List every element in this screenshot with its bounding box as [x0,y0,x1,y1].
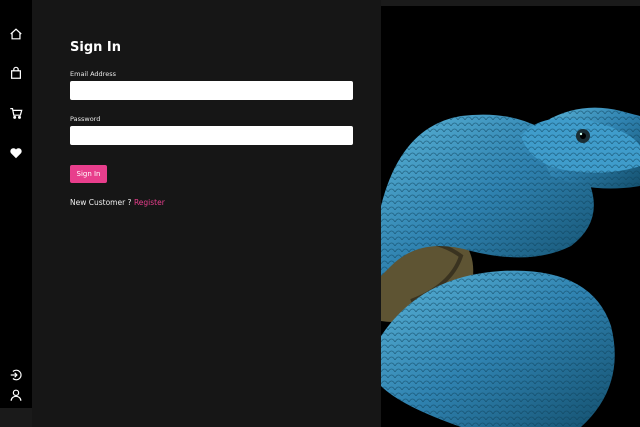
user-icon[interactable] [6,385,26,405]
page-title: Sign In [70,40,121,55]
sidebar [0,0,32,408]
new-customer-line: New Customer ? Register [70,198,165,207]
logout-icon[interactable] [6,365,26,385]
snake-illustration [381,6,640,427]
heart-icon[interactable] [6,143,26,163]
hero-image [381,6,640,427]
email-label: Email Address [70,70,116,78]
password-label: Password [70,115,101,123]
sign-in-panel: Sign In Email Address Password Sign In N… [32,0,381,427]
new-customer-text: New Customer ? [70,198,132,207]
cart-icon[interactable] [6,103,26,123]
email-field[interactable] [70,81,353,100]
register-link[interactable]: Register [134,198,165,207]
password-field[interactable] [70,126,353,145]
shopping-bag-icon[interactable] [6,63,26,83]
home-icon[interactable] [6,24,26,44]
sign-in-button[interactable]: Sign In [70,165,107,183]
